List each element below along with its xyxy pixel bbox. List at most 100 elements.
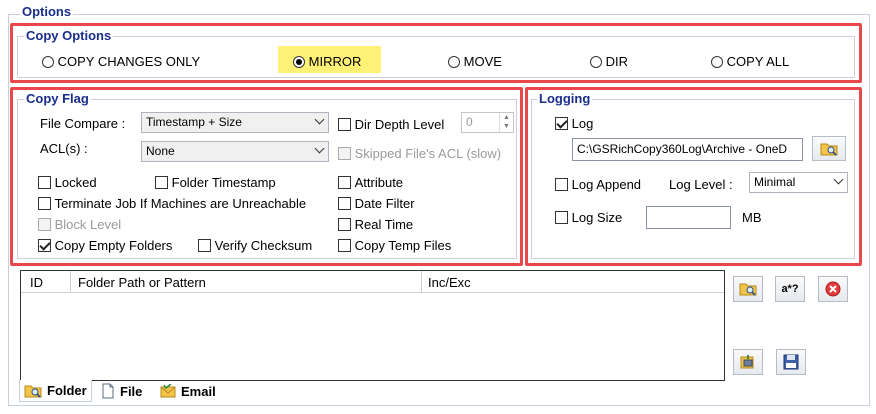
log-path-input[interactable]: C:\GSRichCopy360Log\Archive - OneD bbox=[572, 138, 803, 161]
log-append-label: Log Append bbox=[571, 177, 642, 193]
attribute-checkbox[interactable] bbox=[338, 176, 351, 190]
dir-depth-checkbox-row[interactable]: Dir Depth Level bbox=[338, 116, 444, 132]
save-button[interactable] bbox=[776, 349, 806, 375]
log-label: Log bbox=[571, 116, 594, 132]
verify-checksum-checkbox[interactable] bbox=[198, 239, 211, 253]
copy-options-title: Copy Options bbox=[24, 28, 114, 43]
mb-label: MB bbox=[742, 210, 762, 225]
log-size-row[interactable]: Log Size bbox=[555, 209, 622, 225]
log-size-checkbox[interactable] bbox=[555, 211, 568, 225]
dir-depth-label: Dir Depth Level bbox=[354, 117, 445, 133]
dir-depth-value: 0 bbox=[466, 115, 473, 129]
radio-mirror[interactable]: MIRROR bbox=[293, 53, 361, 69]
locked-label: Locked bbox=[54, 175, 97, 191]
locked-checkbox[interactable] bbox=[38, 176, 51, 190]
folder-search-icon bbox=[739, 283, 757, 296]
delete-icon bbox=[825, 281, 841, 297]
block-level-checkbox bbox=[38, 218, 51, 232]
log-append-checkbox[interactable] bbox=[555, 178, 568, 192]
regex-pattern-icon: a*? bbox=[781, 283, 799, 295]
date-filter-checkbox[interactable] bbox=[338, 197, 351, 211]
tab-email[interactable]: Email bbox=[156, 380, 220, 402]
radio-button[interactable] bbox=[42, 55, 54, 68]
log-level-value: Minimal bbox=[754, 175, 796, 189]
chevron-down-icon bbox=[314, 114, 325, 125]
file-compare-select[interactable]: Timestamp + Size bbox=[141, 112, 329, 133]
log-level-select[interactable]: Minimal bbox=[749, 172, 848, 193]
terminate-job-checkbox[interactable] bbox=[38, 197, 51, 211]
copy-flag-title: Copy Flag bbox=[24, 91, 91, 106]
acl-select[interactable]: None bbox=[141, 141, 329, 162]
block-level-row: Block Level bbox=[38, 216, 121, 232]
copy-empty-folders-checkbox[interactable] bbox=[38, 239, 51, 253]
terminate-job-row[interactable]: Terminate Job If Machines are Unreachabl… bbox=[38, 195, 306, 211]
dir-depth-checkbox[interactable] bbox=[338, 118, 351, 132]
column-divider bbox=[70, 271, 71, 293]
copy-temp-files-label: Copy Temp Files bbox=[354, 238, 452, 254]
browse-log-button[interactable] bbox=[812, 136, 846, 161]
copy-temp-files-checkbox[interactable] bbox=[338, 239, 351, 253]
folder-timestamp-row[interactable]: Folder Timestamp bbox=[155, 174, 276, 190]
radio-copy-all[interactable]: COPY ALL bbox=[711, 53, 789, 69]
radio-button[interactable] bbox=[711, 55, 723, 68]
log-row[interactable]: Log bbox=[555, 115, 593, 131]
tab-file[interactable]: File bbox=[97, 380, 146, 402]
log-checkbox[interactable] bbox=[555, 117, 568, 131]
locked-row[interactable]: Locked bbox=[38, 174, 97, 190]
radio-copy-changes-only[interactable]: COPY CHANGES ONLY bbox=[42, 53, 200, 69]
real-time-checkbox[interactable] bbox=[338, 218, 351, 232]
browse-folder-button[interactable] bbox=[733, 276, 763, 302]
copy-empty-folders-row[interactable]: Copy Empty Folders bbox=[38, 237, 172, 253]
tab-folder[interactable]: Folder bbox=[19, 380, 92, 402]
email-icon bbox=[160, 384, 176, 398]
block-level-label: Block Level bbox=[54, 217, 122, 233]
floppy-disk-icon bbox=[783, 354, 799, 370]
radio-button[interactable] bbox=[293, 55, 305, 68]
import-button[interactable] bbox=[733, 349, 763, 375]
radio-label: DIR bbox=[605, 54, 629, 70]
file-compare-value: Timestamp + Size bbox=[146, 115, 242, 129]
radio-move[interactable]: MOVE bbox=[448, 53, 502, 69]
radio-button[interactable] bbox=[448, 55, 460, 68]
radio-dir[interactable]: DIR bbox=[590, 53, 628, 69]
delete-button[interactable] bbox=[818, 276, 848, 302]
chevron-down-icon bbox=[314, 143, 325, 154]
column-folder-path[interactable]: Folder Path or Pattern bbox=[78, 275, 206, 290]
folder-timestamp-checkbox[interactable] bbox=[155, 176, 168, 190]
chevron-down-icon bbox=[833, 174, 844, 185]
logging-title: Logging bbox=[537, 91, 593, 106]
log-size-input[interactable] bbox=[646, 206, 731, 229]
radio-label: MOVE bbox=[463, 54, 502, 70]
tab-label: Email bbox=[181, 383, 216, 399]
date-filter-label: Date Filter bbox=[354, 196, 415, 212]
verify-checksum-row[interactable]: Verify Checksum bbox=[198, 237, 312, 253]
folder-timestamp-label: Folder Timestamp bbox=[171, 175, 276, 191]
dir-depth-spinner[interactable]: 0 ▲ ▼ bbox=[461, 112, 514, 133]
folder-search-icon bbox=[820, 143, 838, 156]
log-level-label: Log Level : bbox=[669, 177, 733, 192]
attribute-row[interactable]: Attribute bbox=[338, 174, 403, 190]
terminate-job-label: Terminate Job If Machines are Unreachabl… bbox=[54, 196, 307, 212]
column-inc-exc[interactable]: Inc/Exc bbox=[428, 275, 471, 290]
add-pattern-button[interactable]: a*? bbox=[775, 276, 805, 302]
copy-temp-files-row[interactable]: Copy Temp Files bbox=[338, 237, 451, 253]
import-icon bbox=[740, 355, 754, 369]
real-time-label: Real Time bbox=[354, 217, 414, 233]
spinner-arrows-icon[interactable]: ▲ ▼ bbox=[499, 113, 513, 132]
folder-pattern-grid[interactable]: ID Folder Path or Pattern Inc/Exc bbox=[20, 270, 725, 381]
skipped-acl-checkbox bbox=[338, 147, 351, 161]
tab-label: Folder bbox=[47, 383, 87, 398]
file-compare-label: File Compare : bbox=[40, 116, 126, 131]
grid-header: ID Folder Path or Pattern Inc/Exc bbox=[21, 271, 724, 293]
log-append-row[interactable]: Log Append bbox=[555, 176, 641, 192]
radio-button[interactable] bbox=[590, 55, 602, 68]
acl-value: None bbox=[146, 144, 175, 158]
column-id[interactable]: ID bbox=[30, 275, 43, 290]
options-title: Options bbox=[20, 4, 74, 19]
date-filter-row[interactable]: Date Filter bbox=[338, 195, 415, 211]
radio-label: MIRROR bbox=[308, 54, 362, 70]
verify-checksum-label: Verify Checksum bbox=[214, 238, 313, 254]
file-icon bbox=[102, 383, 114, 399]
log-size-label: Log Size bbox=[571, 210, 623, 226]
real-time-row[interactable]: Real Time bbox=[338, 216, 413, 232]
